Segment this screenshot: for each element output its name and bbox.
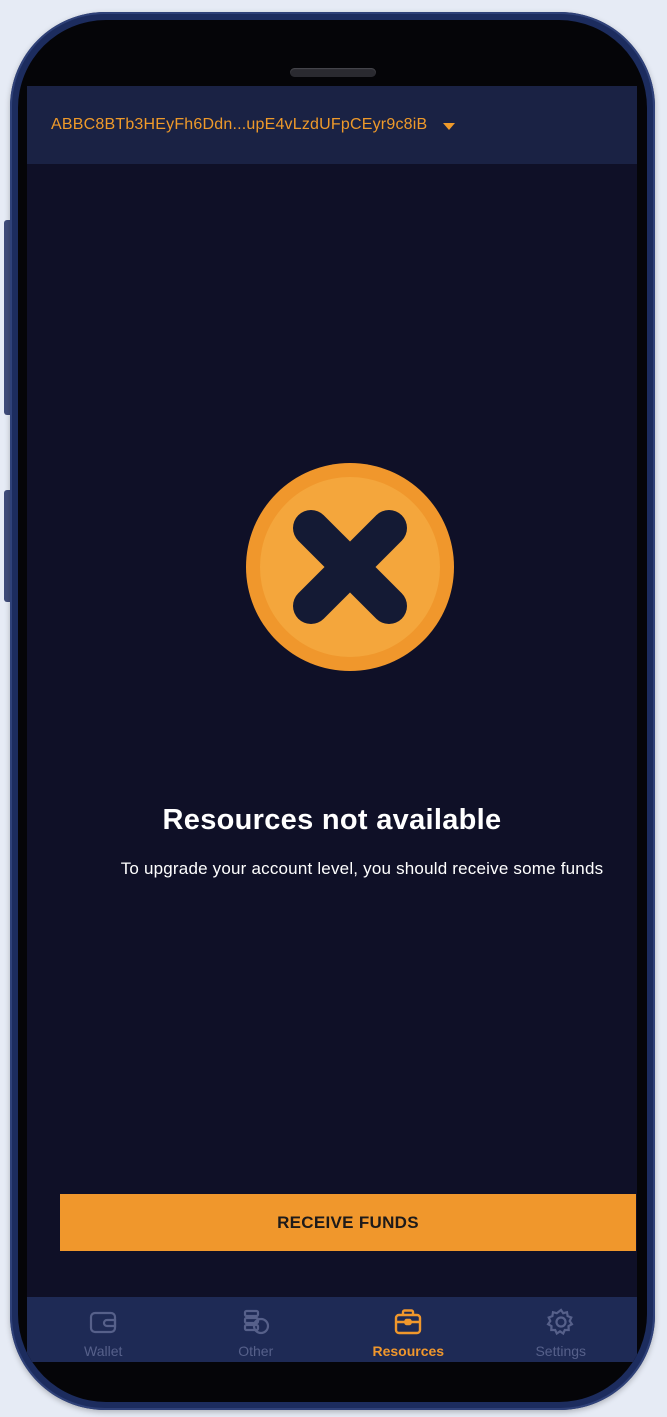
phone-frame: ABBC8BTb3HEyFh6Ddn...upE4vLzdUFpCEyr9c8i… [10, 12, 655, 1410]
wallet-icon [90, 1311, 117, 1334]
tab-resources[interactable]: Resources [332, 1297, 485, 1362]
receive-funds-button[interactable]: RECEIVE FUNDS [60, 1194, 636, 1251]
bottom-tab-bar: Wallet Other Resources Settings [27, 1297, 637, 1362]
account-address: ABBC8BTb3HEyFh6Ddn...upE4vLzdUFpCEyr9c8i… [51, 116, 428, 133]
phone-bezel: ABBC8BTb3HEyFh6Ddn...upE4vLzdUFpCEyr9c8i… [18, 20, 647, 1402]
tab-settings-label: Settings [535, 1343, 587, 1359]
tab-settings[interactable]: Settings [485, 1297, 638, 1362]
speaker-grille [289, 68, 376, 77]
empty-state-message: To upgrade your account level, you shoul… [120, 859, 604, 878]
tab-wallet-label: Wallet [84, 1343, 123, 1359]
tab-other-label: Other [238, 1343, 274, 1359]
account-selector[interactable]: ABBC8BTb3HEyFh6Ddn...upE4vLzdUFpCEyr9c8i… [27, 86, 637, 164]
empty-state-title: Resources not available [162, 804, 502, 836]
app-screen: ABBC8BTb3HEyFh6Ddn...upE4vLzdUFpCEyr9c8i… [27, 86, 637, 1362]
tab-other[interactable]: Other [180, 1297, 333, 1362]
coins-icon [243, 1309, 269, 1335]
caret-down-icon[interactable] [443, 122, 456, 130]
tab-resources-label: Resources [372, 1343, 445, 1359]
briefcase-icon [395, 1309, 422, 1335]
tab-wallet[interactable]: Wallet [27, 1297, 180, 1362]
error-circle-x-icon [246, 463, 454, 671]
gear-icon [546, 1308, 574, 1336]
